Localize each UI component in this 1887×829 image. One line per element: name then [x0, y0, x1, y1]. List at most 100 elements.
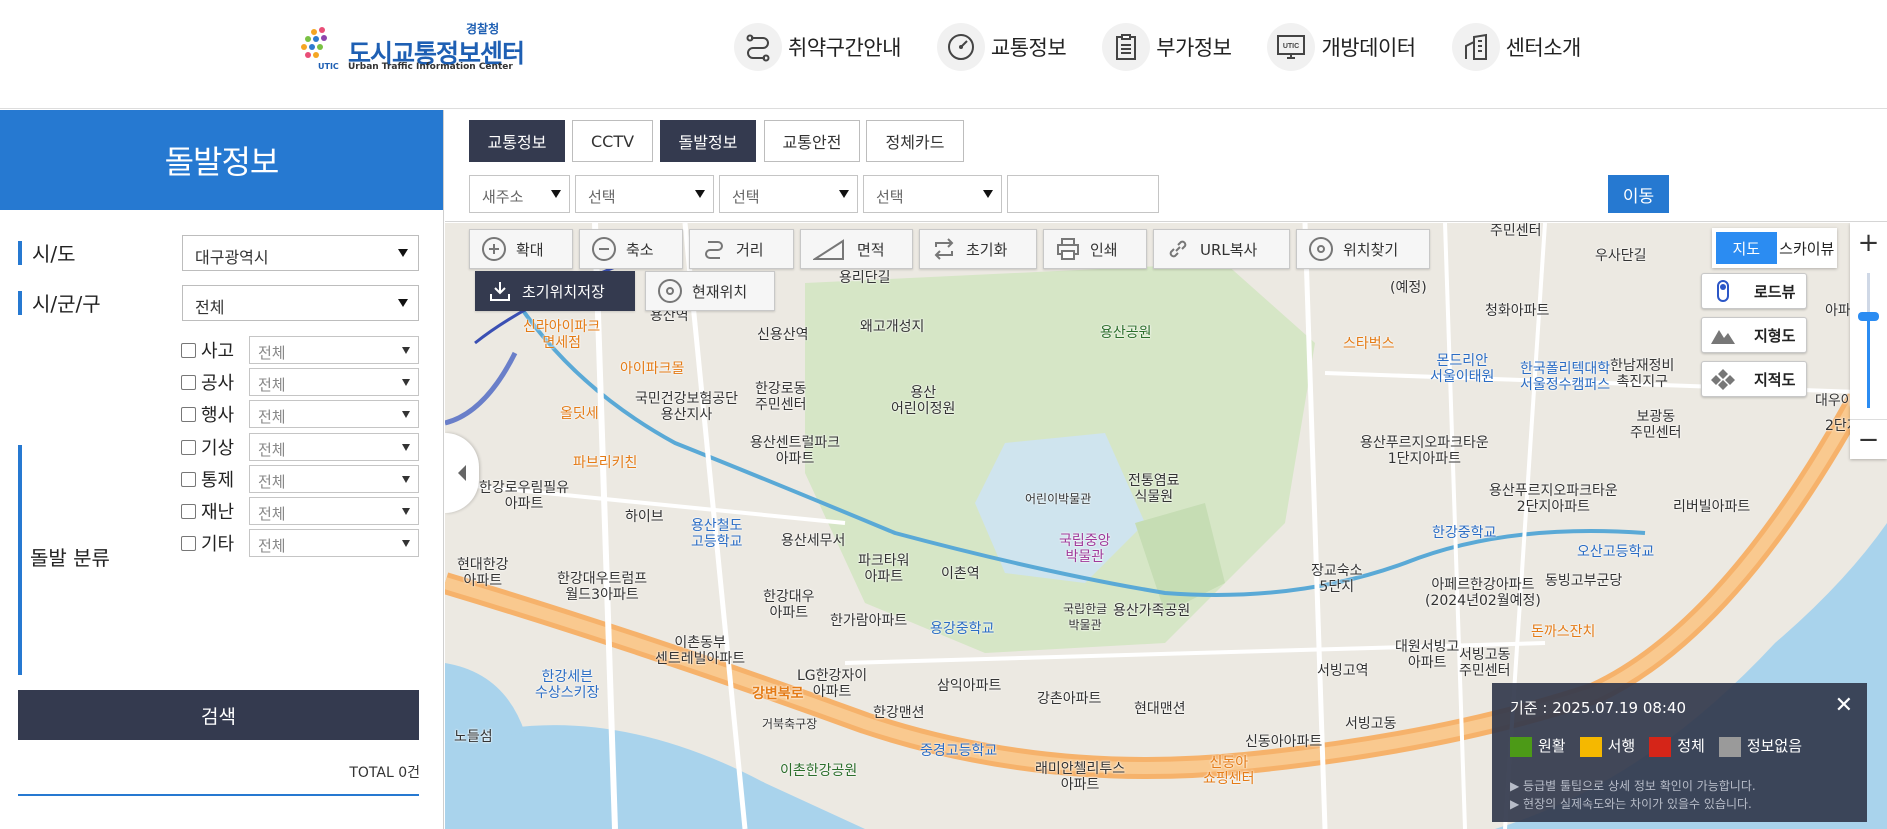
select-value: 선택 — [732, 188, 760, 206]
nav-item-open-data[interactable]: UTIC 개방데이터 — [1267, 22, 1416, 72]
category-row-event[interactable]: 행사 — [181, 400, 251, 428]
map-label: 노들섬 — [454, 729, 493, 745]
map-label: 현대한강 아파트 — [457, 557, 509, 589]
save-initial-location-tool[interactable]: 초기위치저장 — [475, 271, 635, 311]
address-select-1[interactable]: 선택 — [575, 175, 714, 213]
cadastral-button[interactable]: 지적도 — [1701, 361, 1807, 397]
tab-traffic-info[interactable]: 교통정보 — [469, 120, 565, 162]
tool-label: 거리 — [736, 240, 764, 259]
category-name: 통제 — [201, 470, 235, 491]
event-select[interactable]: 전체 — [249, 400, 419, 428]
weather-checkbox[interactable] — [181, 439, 196, 455]
url-copy-tool[interactable]: URL복사 — [1153, 229, 1290, 269]
zoom-out-tool[interactable]: 축소 — [579, 229, 683, 269]
map-label: 파크타워 아파트 — [858, 553, 910, 585]
category-row-control[interactable]: 통제 — [181, 465, 251, 493]
etc-select[interactable]: 전체 — [249, 529, 419, 557]
refresh-icon — [932, 237, 956, 261]
map-label: 한강세븐 수상스키장 — [535, 669, 600, 701]
category-row-disaster[interactable]: 재난 — [181, 497, 251, 525]
map-label: 이촌한강공원 — [780, 763, 858, 779]
weather-select[interactable]: 전체 — [249, 433, 419, 461]
category-row-etc[interactable]: 기타 — [181, 529, 251, 557]
accident-select[interactable]: 전체 — [249, 336, 419, 364]
chevron-down-icon — [402, 476, 410, 483]
area-tool[interactable]: 면적 — [800, 229, 913, 269]
map-label: 왜고개성지 — [860, 319, 925, 335]
sido-select[interactable]: 대구광역시 — [182, 235, 419, 271]
control-select[interactable]: 전체 — [249, 465, 419, 493]
nav-item-vulnerable-section[interactable]: 취약구간안내 — [734, 22, 901, 72]
close-icon[interactable]: ✕ — [1835, 693, 1853, 718]
legend-label: 정보없음 — [1746, 737, 1803, 755]
event-checkbox[interactable] — [181, 406, 196, 422]
zoom-in-tool[interactable]: 확대 — [469, 229, 573, 269]
go-button[interactable]: 이동 — [1608, 175, 1669, 213]
map-label: 돈까스잔치 — [1531, 624, 1596, 640]
chevron-down-icon — [695, 190, 705, 198]
nav-item-label: 부가정보 — [1156, 36, 1232, 60]
reset-tool[interactable]: 초기화 — [919, 229, 1037, 269]
print-tool[interactable]: 인쇄 — [1043, 229, 1147, 269]
tab-congestion-card[interactable]: 정체카드 — [866, 120, 964, 162]
tool-label: 초기위치저장 — [522, 282, 605, 301]
address-select-2[interactable]: 선택 — [719, 175, 858, 213]
address-type-select[interactable]: 새주소 — [469, 175, 570, 213]
chevron-down-icon — [402, 540, 410, 547]
map-label: 용산센트럴파크 아파트 — [750, 435, 841, 467]
terrain-button[interactable]: 지형도 — [1701, 317, 1807, 353]
map-label: 스타벅스 — [1343, 336, 1395, 352]
construction-checkbox[interactable] — [181, 374, 196, 390]
current-location-tool[interactable]: 현재위치 — [645, 271, 775, 311]
chevron-down-icon — [398, 299, 408, 307]
tool-label: 인쇄 — [1090, 240, 1118, 259]
address-detail-input[interactable] — [1007, 175, 1159, 213]
zoom-out-button[interactable]: − — [1850, 419, 1887, 459]
tool-label: URL복사 — [1200, 240, 1258, 259]
map-label: 서빙고동 주민센터 — [1459, 647, 1511, 679]
plus-circle-icon — [482, 237, 506, 261]
category-row-weather[interactable]: 기상 — [181, 433, 251, 461]
address-select-3[interactable]: 선택 — [863, 175, 1002, 213]
disaster-select[interactable]: 전체 — [249, 497, 419, 525]
disaster-checkbox[interactable] — [181, 503, 196, 519]
chevron-down-icon — [402, 347, 410, 354]
zoom-track-fill — [1867, 317, 1870, 408]
map-label: 우사단길 — [1595, 248, 1647, 264]
map-label: 한강중학교 — [1432, 525, 1497, 541]
roadview-button[interactable]: 로드뷰 — [1701, 273, 1807, 309]
map-label: 하이브 — [625, 509, 664, 525]
legend-label: 정체 — [1677, 737, 1705, 755]
category-row-accident[interactable]: 사고 — [181, 336, 251, 364]
nav-item-extra-info[interactable]: 부가정보 — [1102, 22, 1232, 72]
sigungu-select[interactable]: 전체 — [182, 285, 419, 321]
search-button[interactable]: 검색 — [18, 690, 419, 740]
tab-traffic-safety[interactable]: 교통안전 — [764, 120, 860, 162]
find-location-tool[interactable]: 위치찾기 — [1296, 229, 1430, 269]
map-label: 용강중학교 — [930, 621, 995, 637]
map-label: 중경고등학교 — [920, 743, 998, 759]
category-row-construction[interactable]: 공사 — [181, 368, 251, 396]
etc-checkbox[interactable] — [181, 535, 196, 551]
distance-tool[interactable]: 거리 — [689, 229, 794, 269]
utic-logo[interactable]: UTIC 경찰청 도시교통정보센터 Urban Traffic Informat… — [300, 20, 525, 76]
sido-row: 시/도 — [18, 238, 76, 267]
map-view[interactable]: 주민센터 우사단길 (예정) 청화아파트 용산공원 용리단길 왜고개성지 신용산… — [445, 223, 1887, 829]
logo-english: Urban Traffic Information Center — [348, 62, 513, 72]
chevron-down-icon — [402, 444, 410, 451]
map-type-skyview-button[interactable]: 스카이뷰 — [1777, 228, 1838, 268]
map-label: (예정) — [1390, 280, 1427, 296]
legend-base-time: 기준 : 2025.07.19 08:40 — [1510, 699, 1687, 717]
tab-cctv[interactable]: CCTV — [572, 120, 653, 162]
accident-checkbox[interactable] — [181, 342, 196, 358]
zoom-in-button[interactable]: + — [1850, 223, 1887, 263]
select-value: 전체 — [258, 473, 286, 491]
construction-select[interactable]: 전체 — [249, 368, 419, 396]
zoom-slider-handle[interactable] — [1858, 312, 1879, 321]
control-checkbox[interactable] — [181, 471, 196, 487]
nav-item-center-intro[interactable]: 센터소개 — [1451, 22, 1581, 72]
nav-item-traffic-info[interactable]: 교통정보 — [936, 22, 1067, 72]
speedometer-icon — [936, 23, 985, 71]
map-type-map-button[interactable]: 지도 — [1716, 232, 1777, 264]
tab-incident[interactable]: 돌발정보 — [660, 120, 756, 162]
